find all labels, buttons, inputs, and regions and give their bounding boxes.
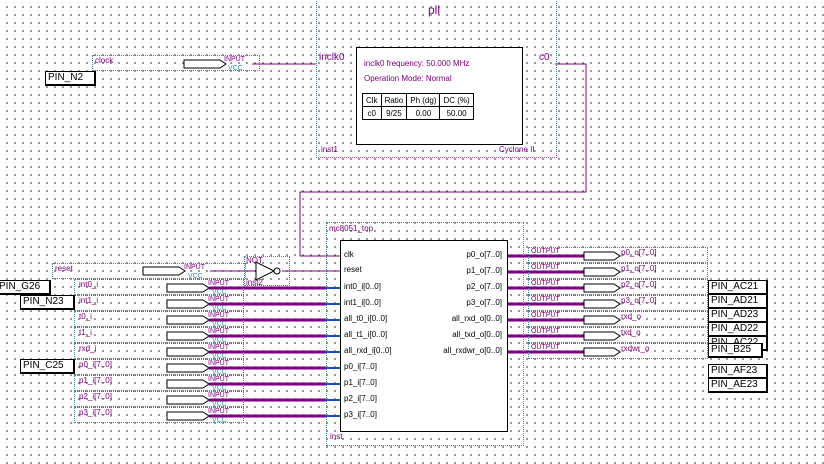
pll-table-header: Ph (dg) [406,93,441,107]
output-tag: OUTPUT [531,280,560,287]
input-name: p0_i[7..0] [79,360,112,369]
output-name: rxdwr_o [621,344,650,353]
pin-right: PIN_AD22 [708,322,768,337]
pin-left: PIN_G26 [0,280,51,295]
mc8051-input-port: all_rxd_i[0..0] [344,346,392,355]
pll-device-name: Cyclone II [499,145,535,154]
output-tag: OUTPUT [531,248,560,255]
input-name: t1_i [79,328,92,337]
mc8051-input-port: int0_i[0..0] [344,282,381,291]
input-name: int1_i [79,296,99,305]
mc8051-input-port: int1_i[0..0] [344,298,381,307]
mc8051-input-port: clk [344,250,354,259]
pll-table-header: Ratio [380,93,408,107]
mc8051-output-port: all_rxdwr_o[0..0] [443,346,502,355]
mc8051-input-port: all_t0_i[0..0] [344,314,388,323]
output-name: p0_o[7..0] [621,248,657,257]
pll-instance-name: inst1 [321,145,338,154]
pll-table-cell: 9/25 [380,106,408,120]
output-name: p3_o[7..0] [621,296,657,305]
output-tag: OUTPUT [531,344,560,351]
pll-clock-table: Clk Ratio Ph (dg) DC (%) c0 9/25 0.00 50… [362,93,474,120]
mc8051-input-port: p0_i[7..0] [344,362,377,371]
mc8051-title: mc8051_top [329,224,374,233]
pll-table-cell: 50.00 [439,106,474,120]
mc8051-output-port: all_rxd_o[0..0] [451,314,502,323]
reset-input-frame[interactable] [52,263,246,279]
pll-frequency-text: inclk0 frequency: 50.000 MHz [364,59,470,68]
output-tag: OUTPUT [531,296,560,303]
mc8051-output-port: p1_o[7..0] [466,266,502,275]
mc8051-input-port: reset [344,265,362,274]
output-name: rxd_o [621,312,642,321]
input-name: t0_i [79,312,92,321]
vcc-tag: VCC [228,65,243,72]
clock-input-name: clock [95,56,114,65]
input-name: p2_i[7..0] [79,392,112,401]
output-name: p1_o[7..0] [621,264,657,273]
pin-right: PIN_AE23 [708,378,768,393]
pin-right: PIN_AF23 [708,364,768,379]
mc8051-output-port: p0_o[7..0] [466,250,502,259]
pin-right: PIN_AD21 [708,294,768,309]
pin-right: PIN_AC21 [708,280,768,295]
output-name: p2_o[7..0] [621,280,657,289]
output-tag: OUTPUT [531,312,560,319]
pin-right: PIN_B25 [708,343,763,358]
input-name: p3_i[7..0] [79,408,112,417]
pll-table-cell: 0.00 [406,106,441,120]
mc8051-output-port: p3_o[7..0] [466,298,502,307]
pin-left: PIN_N2 [45,71,96,86]
pll-table-header: DC (%) [439,93,474,107]
mc8051-input-port: p1_i[7..0] [344,378,377,387]
mc8051-output-port: p2_o[7..0] [466,282,502,291]
input-name: int0_i [79,280,99,289]
input-name: rxd_i [79,344,97,353]
pll-mode-text: Operation Mode: Normal [364,74,452,83]
mc8051-instance-name: inst [330,432,343,441]
output-tag: OUTPUT [531,328,560,335]
output-tag: OUTPUT [531,264,560,271]
pll-c0-port: c0 [539,52,550,63]
output-name: txd_o [621,328,641,337]
mc8051-input-port: p2_i[7..0] [344,394,377,403]
reset-input-name: reset [55,264,73,273]
mc8051-input-port: p3_i[7..0] [344,410,377,419]
pll-inclk0-port: inclk0 [319,52,345,63]
pll-table-cell: c0 [362,106,382,120]
vcc-tag: VCC [212,417,227,424]
mc8051-input-port: all_t1_i[0..0] [344,330,388,339]
pin-left: PIN_N23 [20,295,75,310]
pll-title: pll [428,3,441,17]
pin-right: PIN_AD23 [708,308,768,323]
not-gate-title: NOT [246,256,263,265]
input-name: p1_i[7..0] [79,376,112,385]
pll-table-header: Clk [362,93,382,107]
not-gate-instance-name: inst2 [246,278,263,287]
mc8051-output-port: all_txd_o[0..0] [452,330,502,339]
pin-left: PIN_C25 [20,359,75,374]
